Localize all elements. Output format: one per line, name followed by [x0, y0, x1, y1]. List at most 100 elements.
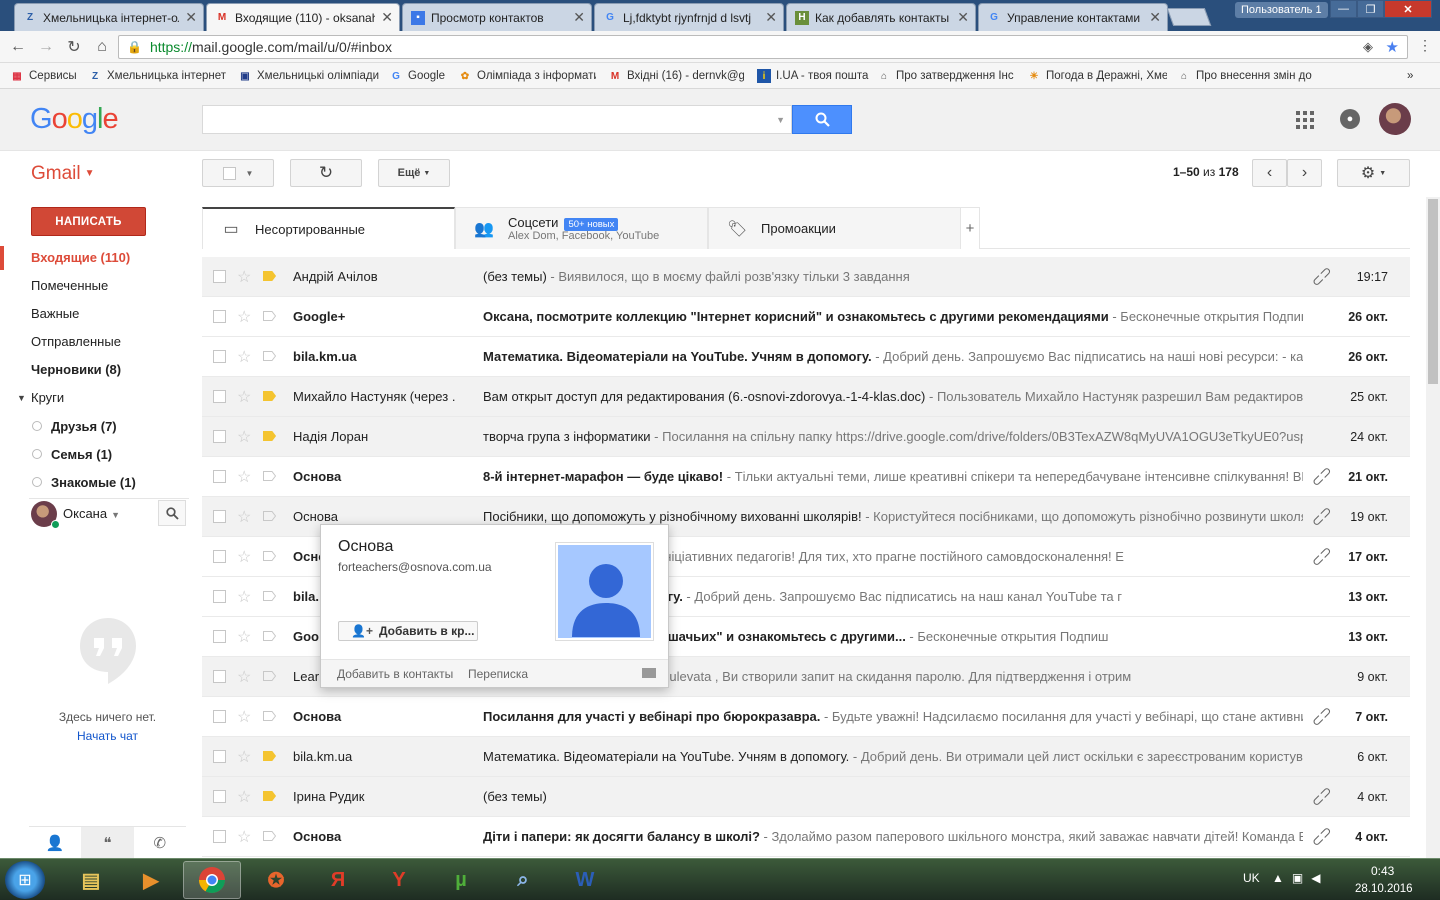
bookmark-weather[interactable]: ☀ Погода в Деражні, Хме — [1027, 68, 1167, 84]
phone-icon[interactable]: ✆ — [134, 827, 186, 858]
importance-marker-icon[interactable] — [263, 711, 276, 721]
circle-family[interactable]: Семья (1) — [32, 443, 112, 465]
tab-primary[interactable]: ▭ Несортированные — [202, 207, 455, 249]
star-icon[interactable]: ☆ — [237, 307, 251, 327]
forward-arrow-icon[interactable]: → — [36, 37, 56, 57]
bookmarks-overflow[interactable]: » — [1407, 68, 1421, 84]
tab-promotions[interactable]: 🏷 Промоакции — [708, 207, 961, 249]
table-row[interactable]: ☆ Основа 8-й інтернет-марафон — буде цікав… — [202, 457, 1410, 497]
row-checkbox[interactable] — [213, 710, 226, 723]
browser-tab-2[interactable]: M Входящие (110) - oksanah ✕ — [206, 3, 400, 31]
star-icon[interactable]: ☆ — [237, 427, 251, 447]
search-options-chevron-icon[interactable]: ▼ — [776, 115, 785, 125]
importance-marker-icon[interactable] — [263, 751, 276, 761]
row-checkbox[interactable] — [213, 310, 226, 323]
hangouts-search-button[interactable] — [158, 500, 186, 526]
add-tab-button[interactable]: + — [960, 207, 980, 249]
refresh-button[interactable]: ↻ — [290, 159, 362, 187]
browser-tab-5[interactable]: H Как добавлять контакты в ✕ — [786, 3, 976, 31]
star-icon[interactable]: ☆ — [237, 587, 251, 607]
close-icon[interactable]: ✕ — [573, 9, 585, 26]
importance-marker-icon[interactable] — [263, 271, 276, 281]
nav-drafts[interactable]: Черновики (8) — [0, 358, 190, 382]
table-row[interactable]: ☆ Основа Посилання для участі у вебінарі п… — [202, 697, 1410, 737]
close-icon[interactable]: ✕ — [381, 9, 393, 26]
add-to-circles-button[interactable]: 👤+ Добавить в кр... — [338, 621, 478, 641]
media-player-icon[interactable]: ▶ — [122, 861, 180, 899]
browser-tab-4[interactable]: G Lj,fdktybt rjynfrnjd d lsvtj ✕ — [594, 3, 784, 31]
bookmark-star-icon[interactable]: ★ — [1386, 38, 1399, 56]
importance-marker-icon[interactable] — [263, 391, 276, 401]
tab-social[interactable]: 👥 Соцсети 50+ новых Alex Dom, Facebook, Y… — [455, 207, 708, 249]
importance-marker-icon[interactable] — [263, 591, 276, 601]
bookmark-approval[interactable]: ⌂ Про затвердження Інс — [877, 68, 1017, 84]
reload-icon[interactable]: ↻ — [64, 37, 84, 57]
network-search-icon[interactable]: ⌕ — [494, 861, 552, 899]
table-row[interactable]: ☆ Ірина Рудик (без темы) ⊂⊃ 4 окт. — [202, 777, 1410, 817]
search-button[interactable] — [792, 105, 852, 134]
profile-badge[interactable]: Пользователь 1 — [1235, 2, 1328, 18]
start-button[interactable]: ⊞ — [5, 861, 45, 899]
nav-circles[interactable]: ▼ Круги — [0, 386, 190, 410]
close-icon[interactable]: ✕ — [185, 9, 197, 26]
bookmark-olympiad-informatics[interactable]: ✿ Олімпіада з інформати — [458, 68, 596, 84]
browser-menu-icon[interactable]: ⋮ — [1418, 37, 1432, 54]
row-checkbox[interactable] — [213, 670, 226, 683]
scrollbar-thumb[interactable] — [1428, 199, 1438, 384]
network-icon[interactable]: ▣ — [1292, 871, 1311, 885]
importance-marker-icon[interactable] — [263, 471, 276, 481]
importance-marker-icon[interactable] — [263, 311, 276, 321]
row-checkbox[interactable] — [213, 430, 226, 443]
star-icon[interactable]: ☆ — [237, 627, 251, 647]
star-icon[interactable]: ☆ — [237, 707, 251, 727]
apps-grid-icon[interactable] — [1296, 111, 1314, 129]
file-explorer-icon[interactable]: ▤ — [62, 861, 120, 899]
utorrent-icon[interactable]: µ — [432, 861, 490, 899]
tray-icons[interactable]: ▲▣◀ — [1272, 871, 1328, 885]
close-window-button[interactable]: ✕ — [1384, 0, 1432, 18]
mail-search-input[interactable]: ▼ — [202, 105, 792, 134]
star-icon[interactable]: ☆ — [237, 267, 251, 287]
clock-time[interactable]: 0:43 — [1371, 864, 1394, 878]
star-icon[interactable]: ☆ — [237, 747, 251, 767]
back-arrow-icon[interactable]: ← — [8, 37, 28, 57]
close-icon[interactable]: ✕ — [765, 9, 777, 26]
table-row[interactable]: ☆ bila.km.ua Математика. Відеоматеріали на… — [202, 337, 1410, 377]
row-checkbox[interactable] — [213, 470, 226, 483]
close-icon[interactable]: ✕ — [1149, 9, 1161, 26]
yandex-icon[interactable]: Y — [370, 861, 428, 899]
add-to-contacts-link[interactable]: Добавить в контакты — [337, 667, 453, 681]
row-checkbox[interactable] — [213, 270, 226, 283]
row-checkbox[interactable] — [213, 790, 226, 803]
bookmark-google[interactable]: G Google — [389, 68, 449, 84]
minimize-button[interactable]: — — [1330, 0, 1357, 18]
table-row[interactable]: ☆ Основа Діти і папери: як досягти балансу… — [202, 817, 1410, 857]
star-icon[interactable]: ☆ — [237, 347, 251, 367]
bookmark-inbox-dernvk[interactable]: M Вхідні (16) - dernvk@gr — [608, 68, 744, 84]
clock-date[interactable]: 28.10.2016 — [1355, 883, 1413, 895]
nav-sent[interactable]: Отправленные — [0, 330, 190, 354]
mail-icon[interactable] — [642, 668, 656, 678]
star-icon[interactable]: ☆ — [237, 507, 251, 527]
account-avatar[interactable] — [1379, 103, 1411, 135]
word-icon[interactable]: W — [556, 861, 614, 899]
star-icon[interactable]: ☆ — [237, 667, 251, 687]
row-checkbox[interactable] — [213, 550, 226, 563]
gmail-product-menu[interactable]: Gmail ▼ — [31, 163, 95, 185]
language-indicator[interactable]: UK — [1243, 871, 1260, 885]
row-checkbox[interactable] — [213, 630, 226, 643]
nav-starred[interactable]: Помеченные — [0, 274, 190, 298]
home-icon[interactable]: ⌂ — [92, 37, 112, 57]
table-row[interactable]: ☆ Андрій Ачілов (без темы) - Виявилося, що… — [202, 257, 1410, 297]
importance-marker-icon[interactable] — [263, 431, 276, 441]
film-reel-icon[interactable]: ✪ — [247, 861, 305, 899]
importance-marker-icon[interactable] — [263, 511, 276, 521]
row-checkbox[interactable] — [213, 350, 226, 363]
maximize-button[interactable]: ❐ — [1357, 0, 1384, 18]
importance-marker-icon[interactable] — [263, 631, 276, 641]
bookmark-olympiads[interactable]: ▣ Хмельницькі олімпіади — [238, 68, 380, 84]
address-bar[interactable]: 🔒 https:// mail.google.com/mail/u/0/#inb… — [118, 35, 1408, 59]
importance-marker-icon[interactable] — [263, 831, 276, 841]
older-page-button[interactable]: ‹ — [1252, 159, 1287, 187]
browser-tab-3[interactable]: ▪ Просмотр контактов ✕ — [402, 3, 592, 31]
